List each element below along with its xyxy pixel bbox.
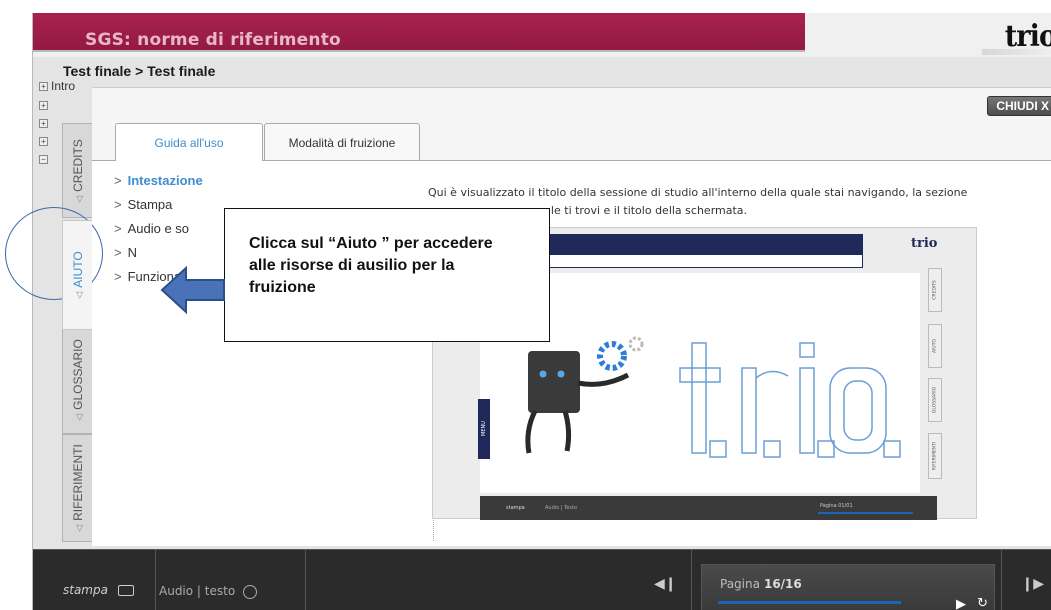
preview-bottom-bar: stampa Audio | Testo Pagina 01/01	[480, 496, 937, 520]
expand-icon[interactable]: +	[39, 82, 48, 92]
expand-icon[interactable]: +	[39, 119, 48, 129]
expand-icon[interactable]: +	[39, 101, 48, 111]
separator	[155, 550, 156, 610]
tab-riferimenti[interactable]: ◁RIFERIMENTI	[62, 434, 92, 542]
app-title: SGS: norme di riferimento	[85, 30, 341, 50]
replay-icon[interactable]: ↻	[977, 596, 988, 610]
preview-tab-aiuto: AIUTO	[928, 324, 942, 368]
course-player: SGS: norme di riferimento trio Test fina…	[32, 13, 1051, 610]
audio-text-toggle[interactable]: Audio | testo	[159, 584, 257, 599]
close-button[interactable]: CHIUDI X	[987, 96, 1051, 116]
tab-guida-all-uso[interactable]: Guida all'uso	[115, 123, 263, 161]
expand-icon[interactable]: +	[39, 137, 48, 147]
separator	[305, 550, 306, 610]
preview-logo: trio	[911, 236, 938, 251]
preview-progress	[818, 512, 913, 514]
triangle-icon: ◁	[73, 524, 84, 532]
preview-tab-riferimenti: RIFERIMENTI	[928, 433, 942, 479]
bottom-navbar: stampa Audio | testo ◀❙ Pagina 16/16 ▶ ↻ …	[33, 549, 1051, 610]
collapse-icon[interactable]: −	[39, 155, 48, 165]
printer-icon	[117, 585, 134, 596]
tree-item-label: Intro	[51, 79, 76, 93]
instruction-callout: Clicca sul “Aiuto ” per accedere alle ri…	[224, 208, 550, 342]
preview-tab-credits: CREDITS	[928, 268, 942, 312]
page-progress-bar	[718, 601, 901, 604]
preview-tab-glossario: GLOSSARIO	[928, 378, 942, 422]
tab-aiuto[interactable]: ◁AIUTO	[62, 220, 92, 330]
separator	[1001, 550, 1002, 610]
separator	[691, 550, 692, 610]
tree-item[interactable]: +	[39, 98, 99, 112]
triangle-icon: ◁	[73, 195, 84, 203]
play-icon[interactable]: ▶	[956, 597, 966, 610]
arrow-left-icon	[160, 265, 225, 315]
header: SGS: norme di riferimento trio	[33, 13, 1051, 57]
tab-glossario[interactable]: ◁GLOSSARIO	[62, 326, 92, 434]
page-indicator: Pagina 16/16 ▶ ↻	[701, 564, 995, 610]
page-number: 16/16	[763, 577, 802, 591]
logo-reflection	[982, 49, 1051, 55]
previous-page-button[interactable]: ◀❙	[654, 576, 677, 592]
triangle-icon: ◁	[73, 291, 84, 299]
tree-item[interactable]: + Intro	[39, 79, 99, 93]
next-page-button[interactable]: ❙▶	[1022, 576, 1045, 592]
print-button[interactable]: stampa	[63, 583, 134, 597]
breadcrumb: Test finale > Test finale	[63, 63, 216, 79]
tab-modalita-di-fruizione[interactable]: Modalità di fruizione	[264, 123, 420, 161]
title-bar: SGS: norme di riferimento	[33, 13, 805, 52]
audio-icon	[243, 584, 257, 599]
triangle-icon: ◁	[73, 413, 84, 421]
tab-credits[interactable]: ◁CREDITS	[62, 123, 92, 218]
preview-menu-tab: MENU	[478, 399, 490, 459]
topic-intestazione[interactable]: > Intestazione	[114, 173, 414, 197]
